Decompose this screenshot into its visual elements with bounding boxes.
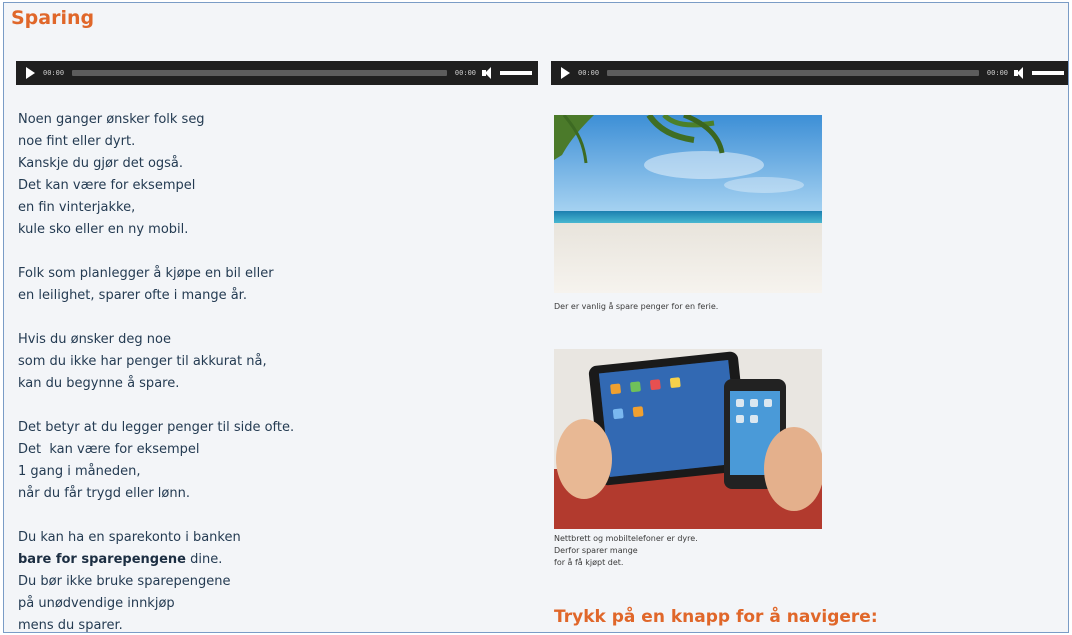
duration: 00:00 [986, 69, 1008, 77]
volume-icon[interactable] [482, 67, 496, 79]
paragraph: Hvis du ønsker deg noe som du ikke har p… [18, 329, 498, 395]
text-line: Det kan være for eksempel [18, 178, 196, 193]
duration: 00:00 [454, 69, 476, 77]
navigation-heading: Trykk på en knapp for å navigere: [554, 607, 878, 627]
play-icon[interactable] [561, 67, 570, 79]
audio-player-right: 00:00 00:00 [551, 61, 1068, 85]
seek-bar[interactable] [607, 70, 979, 76]
content-frame: Sparing 00:00 00:00 00:00 00:00 Noen gan… [3, 2, 1069, 633]
bold-text: bare for sparepengene [18, 552, 186, 567]
text-line: bare for sparepengene dine. [18, 549, 498, 571]
caption-line: Nettbrett og mobiltelefoner er dyre. [554, 534, 698, 543]
volume-icon[interactable] [1014, 67, 1028, 79]
paragraph: Noen ganger ønsker folk seg noe fint ell… [18, 109, 498, 241]
paragraph: Det betyr at du legger penger til side o… [18, 417, 498, 505]
tablet-phone-image [554, 349, 822, 529]
play-icon[interactable] [26, 67, 35, 79]
seek-bar[interactable] [72, 70, 447, 76]
text-line: på unødvendige innkjøp [18, 596, 175, 611]
current-time: 00:00 [578, 69, 600, 77]
text-line: Folk som planlegger å kjøpe en bil eller [18, 266, 274, 281]
text-fragment: dine. [185, 552, 223, 567]
audio-player-left: 00:00 00:00 [16, 61, 538, 85]
tablet-caption: Nettbrett og mobiltelefoner er dyre. Der… [554, 533, 698, 569]
text-line: Noen ganger ønsker folk seg [18, 112, 205, 127]
text-line: Det kan være for eksempel [18, 442, 200, 457]
caption-line: Derfor sparer mange [554, 546, 638, 555]
page-title: Sparing [11, 7, 95, 29]
text-line: noe fint eller dyrt. [18, 134, 136, 149]
article-text: Noen ganger ønsker folk seg noe fint ell… [18, 109, 498, 633]
volume-slider[interactable] [1032, 71, 1064, 75]
text-line: Kanskje du gjør det også. [18, 156, 184, 171]
current-time: 00:00 [43, 69, 65, 77]
text-line: mens du sparer. [18, 618, 123, 633]
text-line: Det betyr at du legger penger til side o… [18, 420, 295, 435]
text-line: kule sko eller en ny mobil. [18, 222, 189, 237]
text-line: en leilighet, sparer ofte i mange år. [18, 288, 247, 303]
volume-slider[interactable] [500, 71, 532, 75]
text-line: Hvis du ønsker deg noe [18, 332, 171, 347]
text-line: Du kan ha en sparekonto i banken [18, 530, 241, 545]
beach-caption: Der er vanlig å spare penger for en feri… [554, 302, 719, 311]
text-line: en fin vinterjakke, [18, 200, 136, 215]
caption-line: for å få kjøpt det. [554, 558, 624, 567]
beach-image [554, 115, 822, 293]
text-line: Du bør ikke bruke sparepengene [18, 574, 231, 589]
text-line: kan du begynne å spare. [18, 376, 180, 391]
paragraph: Folk som planlegger å kjøpe en bil eller… [18, 263, 498, 307]
text-line: når du får trygd eller lønn. [18, 486, 190, 501]
text-line: som du ikke har penger til akkurat nå, [18, 354, 267, 369]
paragraph: Du kan ha en sparekonto i banken bare fo… [18, 527, 498, 633]
text-line: 1 gang i måneden, [18, 464, 141, 479]
